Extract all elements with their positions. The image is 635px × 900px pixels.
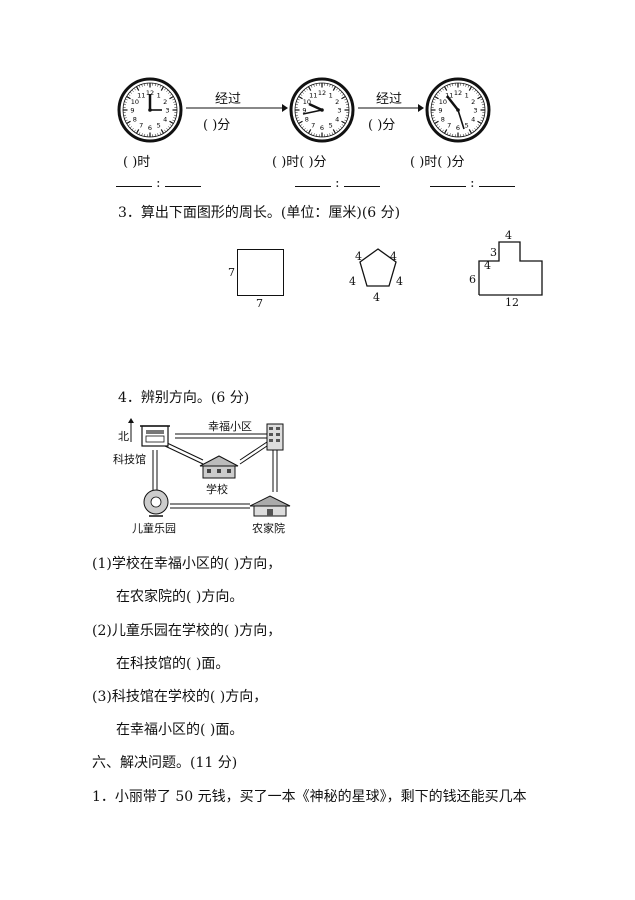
clock-numeral: 5 [465,122,469,130]
science-museum-icon [140,425,170,447]
map-label-school: 学校 [206,483,228,496]
clock-2-time-blank[interactable]: ( )时( )分 [272,151,327,170]
map-label-park: 儿童乐园 [132,522,176,535]
q4-item-2[interactable]: (2)儿童乐园在学校的( )方向， [92,620,281,640]
clock-numeral: 4 [163,115,167,123]
q4-item-2b[interactable]: 在科技馆的( )面。 [116,653,229,673]
north-arrow-icon [128,418,134,442]
clock-numeral: 12 [454,89,462,97]
playground-icon [143,489,169,517]
pentagon-side-label: 4 [390,250,397,263]
pentagon-side-label: 4 [349,275,356,288]
clock-3: 12 1234567891011 [425,77,491,143]
q4-item-1b[interactable]: 在农家院的( )方向。 [116,586,243,606]
clock-numeral: 6 [320,124,324,132]
clock-numeral: 9 [130,107,134,115]
map-label-science-museum: 科技馆 [113,453,146,466]
clock-numeral: 5 [329,122,333,130]
clock-numeral: 3 [337,107,341,115]
section-6-question-1: 1．小丽带了 50 元钱，买了一本《神秘的星球》，剩下的钱还能买几本 [92,789,527,805]
clock-numeral: 2 [471,98,475,106]
clock-numeral: 11 [137,91,145,99]
q4-item-3b[interactable]: 在幸福小区的( )面。 [116,719,243,739]
clock-2: 12 1234567891011 [289,77,355,143]
map-label-farmhouse: 农家院 [252,522,285,535]
q4-item-1[interactable]: (1)学校在幸福小区的( )方向， [92,553,281,573]
clock-numeral: 4 [471,115,475,123]
elapsed-label-2: 经过 [376,92,403,107]
clock-numeral: 8 [133,115,137,123]
clock-numeral: 4 [335,115,339,123]
clock-numeral: 6 [148,124,152,132]
clock-1-time-blank[interactable]: ( )时 [123,151,150,170]
farmhouse-icon [249,495,291,517]
clock-numeral: 2 [335,98,339,106]
clock-numeral: 1 [329,91,333,99]
clock-numeral: 8 [441,115,445,123]
clock-numeral: 9 [438,107,442,115]
step-left-label: 6 [469,273,476,286]
clock-numeral: 11 [309,91,317,99]
digital-time-blank-1[interactable]: : [116,176,201,191]
pentagon-side-label: 4 [373,291,380,304]
elapsed-minutes-2[interactable]: ( )分 [368,114,395,133]
step-top-label: 4 [505,229,512,242]
clock-3-time-blank[interactable]: ( )时( )分 [410,151,465,170]
elapsed-minutes-1[interactable]: ( )分 [203,114,230,133]
clock-1: 12 1234567891011 [117,77,183,143]
digital-time-blank-2[interactable]: : [295,176,380,191]
residential-building-icon [266,423,284,451]
clock-numeral: 3 [165,107,169,115]
clock-numeral: 3 [473,107,477,115]
clock-numeral: 7 [447,122,451,130]
clock-numeral: 6 [456,124,460,132]
section-6-title: 六、解决问题。(11 分) [92,755,238,771]
clock-numeral: 1 [465,91,469,99]
map-label-xingfu: 幸福小区 [208,420,252,433]
school-icon [199,455,239,479]
elapsed-label-1: 经过 [215,92,242,107]
pentagon-side-label: 4 [355,250,362,263]
square-left-label: 7 [228,266,235,279]
clock-numeral: 1 [157,91,161,99]
clock-numeral: 5 [157,122,161,130]
step-inner-label: 4 [484,259,491,272]
q4-item-3[interactable]: (3)科技馆在学校的( )方向， [92,686,267,706]
clock-numeral: 7 [311,122,315,130]
clock-numeral: 7 [139,122,143,130]
clock-numeral: 2 [163,98,167,106]
pentagon-side-label: 4 [396,275,403,288]
question-3-title: 3．算出下面图形的周长。(单位：厘米)(6 分) [118,205,401,221]
clock-numeral: 8 [305,115,309,123]
square-bottom-label: 7 [256,297,263,310]
step-upper-left-label: 3 [490,246,497,259]
digital-time-blank-3[interactable]: : [430,176,515,191]
clock-numeral: 12 [318,89,326,97]
step-bottom-label: 12 [505,296,519,309]
square-shape [237,249,284,296]
question-4-title: 4．辨别方向。(6 分) [118,390,250,406]
